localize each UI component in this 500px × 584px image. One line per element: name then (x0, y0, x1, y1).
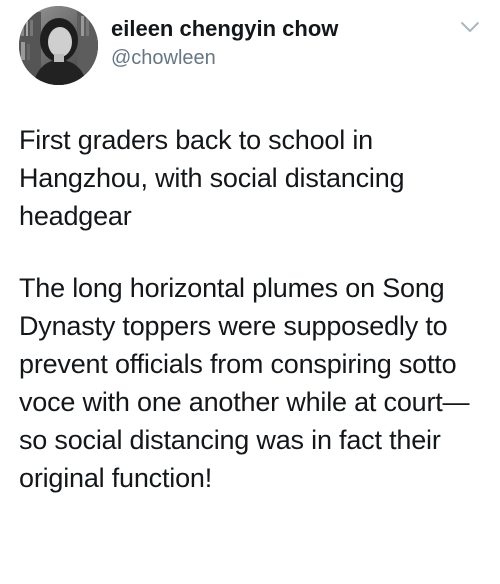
avatar-photo (19, 6, 98, 85)
avatar[interactable] (19, 6, 98, 85)
tweet-text-paragraph-2: The long horizontal plumes on Song Dynas… (19, 273, 470, 493)
tweet-card: eileen chengyin chow @chowleen First gra… (0, 0, 500, 584)
tweet-header: eileen chengyin chow @chowleen (19, 6, 481, 86)
tweet-text-paragraph-1: First graders back to school in Hangzhou… (19, 125, 405, 231)
author-display-name[interactable]: eileen chengyin chow (111, 16, 338, 42)
author-handle[interactable]: @chowleen (111, 46, 338, 70)
chevron-down-icon[interactable] (459, 20, 481, 34)
author-names: eileen chengyin chow @chowleen (111, 16, 338, 70)
